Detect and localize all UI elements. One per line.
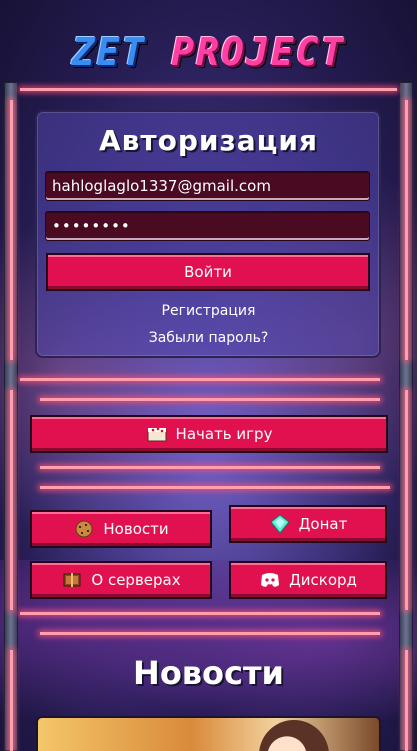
news-button[interactable]: Новости — [30, 510, 212, 548]
email-field[interactable] — [45, 171, 370, 201]
neon-bar-6 — [40, 632, 380, 635]
news-label: Новости — [103, 520, 169, 538]
servers-label: О серверах — [91, 571, 181, 589]
discord-button[interactable]: Дискорд — [229, 561, 387, 599]
neon-bar-3 — [40, 466, 380, 469]
logo-part-project: PROJECT — [171, 30, 346, 74]
book-icon — [61, 570, 83, 590]
discord-icon — [259, 570, 281, 590]
auth-title: Авторизация — [98, 124, 319, 157]
neon-bar-1 — [20, 378, 380, 381]
cookie-icon — [73, 519, 95, 539]
forgot-password-link[interactable]: Забыли пароль? — [0, 330, 417, 346]
donate-button[interactable]: Донат — [229, 505, 387, 543]
password-field[interactable] — [45, 211, 370, 241]
news-card[interactable] — [36, 716, 381, 751]
neon-bar-4 — [40, 486, 390, 489]
start-game-button[interactable]: Начать игру — [30, 415, 388, 453]
login-button[interactable]: Войти — [46, 253, 370, 291]
servers-button[interactable]: О серверах — [30, 561, 212, 599]
neon-top — [20, 88, 397, 91]
register-link[interactable]: Регистрация — [0, 303, 417, 319]
site-logo[interactable]: ZET PROJECT — [0, 30, 417, 74]
discord-label: Дискорд — [289, 571, 357, 589]
neon-left-2 — [10, 390, 13, 610]
diamond-icon — [269, 514, 291, 534]
logo-part-zet: ZET — [71, 30, 147, 74]
neon-bar-2 — [40, 398, 380, 401]
neon-right-2 — [405, 390, 408, 610]
news-section-title: Новости — [133, 654, 284, 692]
neon-bar-5 — [20, 612, 380, 615]
donate-label: Донат — [298, 515, 348, 533]
login-button-label: Войти — [184, 263, 232, 281]
cake-icon — [146, 424, 168, 444]
news-card-image — [259, 720, 329, 751]
start-game-label: Начать игру — [175, 425, 273, 443]
